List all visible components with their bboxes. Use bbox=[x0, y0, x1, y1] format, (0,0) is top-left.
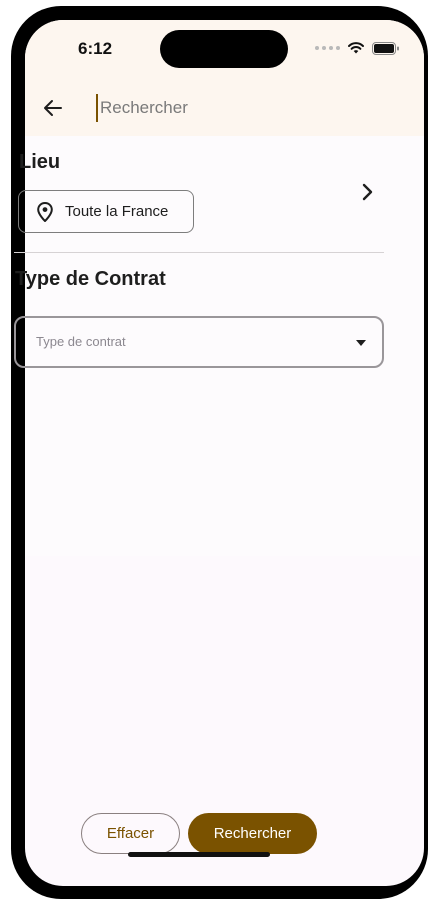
back-arrow-icon[interactable] bbox=[39, 94, 67, 122]
search-input[interactable] bbox=[96, 94, 396, 122]
status-icons bbox=[315, 41, 400, 55]
contract-section-title: Type de Contrat bbox=[15, 268, 166, 290]
location-chip-label: Toute la France bbox=[65, 203, 169, 220]
dynamic-island bbox=[160, 30, 288, 68]
location-chip[interactable]: Toute la France bbox=[18, 190, 194, 233]
location-pin-icon bbox=[37, 201, 53, 222]
status-time: 6:12 bbox=[78, 39, 113, 58]
chevron-right-icon[interactable] bbox=[355, 180, 379, 204]
app-screen: 6:12 bbox=[25, 20, 424, 886]
contract-type-select[interactable]: Type de contrat bbox=[14, 316, 384, 368]
battery-icon bbox=[372, 41, 399, 55]
wifi-icon bbox=[348, 42, 364, 54]
dropdown-caret-icon bbox=[356, 340, 366, 346]
home-indicator bbox=[128, 852, 270, 857]
search-button[interactable]: Rechercher bbox=[188, 813, 317, 854]
clear-button[interactable]: Effacer bbox=[81, 813, 180, 854]
location-section-title: Lieu bbox=[19, 151, 61, 173]
contract-type-placeholder: Type de contrat bbox=[36, 334, 126, 349]
section-divider bbox=[14, 252, 384, 253]
cellular-signal-icon bbox=[315, 46, 340, 50]
app-bar: 6:12 bbox=[25, 20, 424, 136]
